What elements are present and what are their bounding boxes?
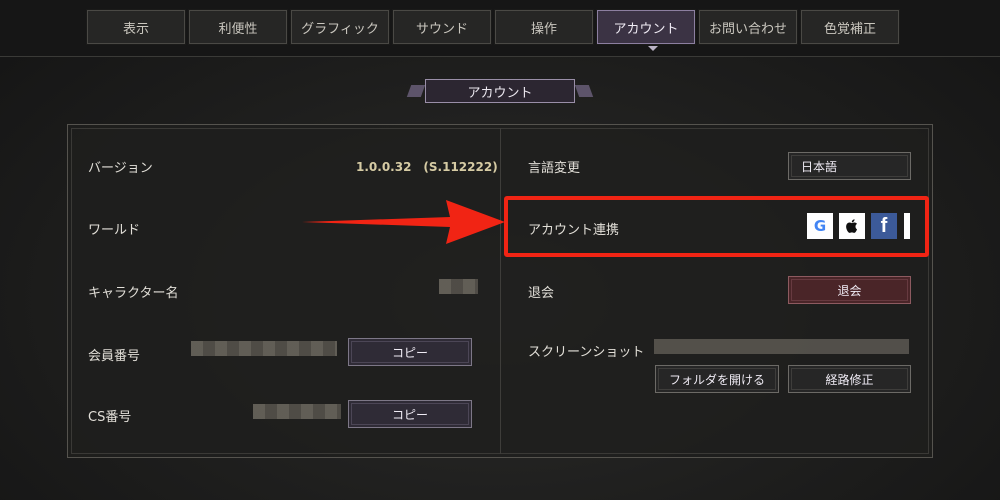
ornament-right: [574, 85, 594, 97]
language-label: 言語変更: [528, 161, 581, 176]
cs-number-label: CS番号: [88, 410, 132, 425]
column-divider: [500, 128, 501, 454]
character-name-redacted: [439, 279, 478, 294]
member-number-label: 会員番号: [88, 349, 141, 364]
active-tab-indicator: [648, 46, 658, 51]
version-label: バージョン: [88, 161, 153, 176]
character-name-label: キャラクター名: [88, 286, 179, 301]
section-header: アカウント: [405, 79, 595, 103]
pointer-arrow: [302, 200, 505, 244]
withdraw-label: 退会: [528, 286, 555, 301]
cs-copy-button[interactable]: コピー: [348, 400, 472, 428]
screenshot-label: スクリーンショット: [528, 345, 645, 360]
settings-tab-bar: 表示 利便性 グラフィック サウンド 操作 アカウント お問い合わせ 色覚補正: [0, 0, 1000, 57]
fix-path-button[interactable]: 経路修正: [788, 365, 911, 393]
tab-sound[interactable]: サウンド: [392, 9, 492, 45]
account-link-highlight: [504, 196, 929, 257]
language-select[interactable]: 日本語: [788, 152, 911, 180]
ornament-left: [406, 85, 426, 97]
withdraw-button[interactable]: 退会: [788, 276, 911, 304]
tab-color-correction[interactable]: 色覚補正: [800, 9, 900, 45]
open-folder-button[interactable]: フォルダを開ける: [655, 365, 779, 393]
tab-list: 表示 利便性 グラフィック サウンド 操作 アカウント お問い合わせ 色覚補正: [86, 9, 900, 45]
section-title: アカウント: [425, 79, 575, 103]
tab-contact[interactable]: お問い合わせ: [698, 9, 798, 45]
screenshot-path-redacted: [654, 339, 909, 354]
tab-graphics[interactable]: グラフィック: [290, 9, 390, 45]
world-label: ワールド: [88, 223, 141, 238]
tab-convenience[interactable]: 利便性: [188, 9, 288, 45]
member-copy-button[interactable]: コピー: [348, 338, 472, 366]
tab-display[interactable]: 表示: [86, 9, 186, 45]
tab-account[interactable]: アカウント: [596, 9, 696, 45]
version-value: 1.0.0.32 (S.112222): [356, 160, 498, 174]
tab-controls[interactable]: 操作: [494, 9, 594, 45]
cs-number-redacted: [253, 404, 341, 419]
member-number-redacted: [191, 341, 337, 356]
